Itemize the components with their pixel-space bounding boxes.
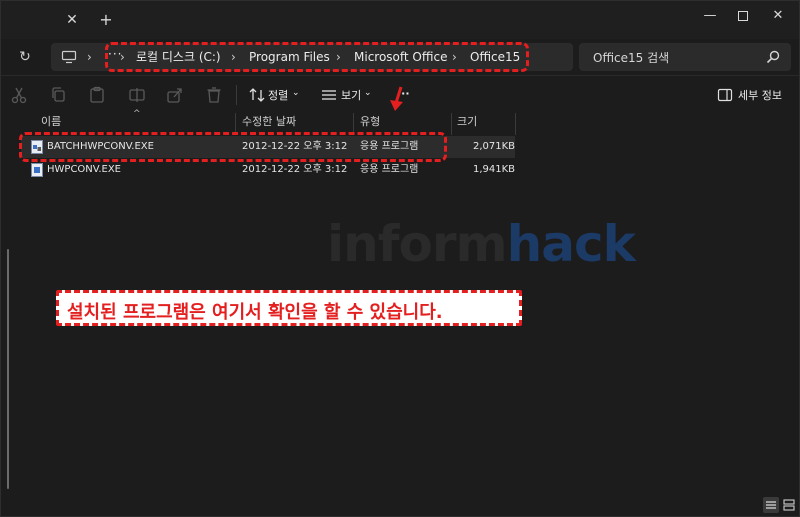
vertical-scrollbar[interactable] [7,249,9,489]
chevron-down-icon: ⌄ [292,88,300,98]
search-icon[interactable] [765,49,781,65]
column-header-size[interactable]: 크기 [457,113,477,135]
minimize-icon[interactable]: — [695,5,725,27]
file-name: HWPCONV.EXE [47,164,121,175]
annotation-callout: 설치된 프로그램은 여기서 확인을 할 수 있습니다. [56,290,522,326]
paste-icon[interactable] [87,85,107,105]
computer-icon [61,50,77,64]
title-bar: ✕ + — ✕ [1,1,799,39]
new-tab-icon[interactable]: + [97,11,115,29]
search-input[interactable]: Office15 검색 [593,49,669,66]
delete-icon[interactable] [204,85,224,105]
watermark-logo: informhack [327,215,636,273]
view-button[interactable]: 보기 [341,87,361,103]
arrow-down-icon [390,86,403,111]
details-pane-button[interactable]: 세부 정보 [738,87,782,103]
rename-icon[interactable] [127,85,147,105]
view-icon [322,90,336,100]
column-separator[interactable] [451,113,452,135]
column-separator[interactable] [515,113,516,135]
table-row[interactable]: HWPCONV.EXE 2012-12-22 오후 3:12 응용 프로그램 1… [21,159,515,181]
application-file-icon [31,163,43,177]
sort-button[interactable]: 정렬 [268,87,288,103]
address-highlight [105,42,529,72]
maximize-icon[interactable] [728,5,758,27]
details-pane-icon [717,88,733,102]
chevron-right-icon: › [87,50,92,64]
chevron-down-icon: ⌄ [364,88,372,98]
status-bar [1,495,799,516]
file-size: 2,071KB [473,141,516,152]
tiles-view-icon[interactable] [781,497,797,513]
search-box[interactable]: Office15 검색 [579,43,791,71]
callout-text: 설치된 프로그램은 여기서 확인을 할 수 있습니다. [67,302,443,323]
details-view-icon[interactable] [763,497,779,513]
toolbar-divider [236,85,237,105]
refresh-icon[interactable]: ↻ [15,47,35,67]
file-row-highlight [19,132,447,162]
copy-icon[interactable] [49,85,69,105]
sort-icon [249,88,265,102]
cut-icon[interactable] [9,85,29,105]
sort-ascending-icon: ^ [133,109,141,119]
share-icon[interactable] [165,85,185,105]
file-type: 응용 프로그램 [360,164,419,175]
window-close-icon[interactable]: ✕ [763,5,793,27]
file-explorer-window: ✕ + — ✕ ↻ › ··· › 로컬 디스크 (C:) › Program … [0,0,800,517]
file-modified: 2012-12-22 오후 3:12 [242,164,348,175]
tab-close-icon[interactable]: ✕ [63,11,81,29]
file-size: 1,941KB [473,164,516,175]
